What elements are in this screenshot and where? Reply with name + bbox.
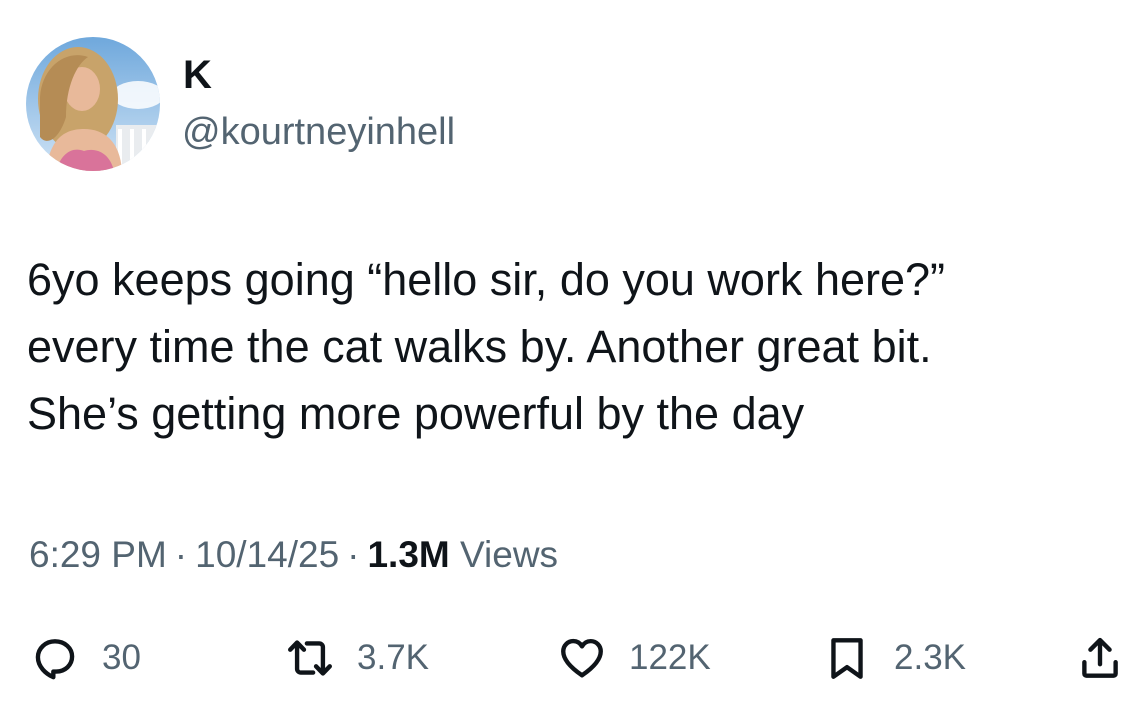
avatar[interactable] — [26, 37, 160, 171]
retweet-button[interactable]: 3.7K — [285, 626, 429, 690]
bookmark-icon — [822, 633, 872, 683]
meta-separator: · — [347, 534, 360, 575]
heart-icon — [557, 633, 607, 683]
bookmark-button[interactable]: 2.3K — [822, 626, 966, 690]
reply-button[interactable]: 30 — [30, 626, 141, 690]
tweet-meta: 6:29 PM · 10/14/25 · 1.3M Views — [29, 531, 558, 579]
reply-count: 30 — [102, 638, 141, 677]
bookmark-count: 2.3K — [894, 638, 966, 677]
like-button[interactable]: 122K — [557, 626, 711, 690]
reply-icon — [30, 633, 80, 683]
retweet-count: 3.7K — [357, 638, 429, 677]
tweet-date[interactable]: 10/14/25 — [195, 534, 339, 575]
avatar-image — [26, 37, 160, 171]
views-label: Views — [460, 534, 559, 575]
retweet-icon — [285, 633, 335, 683]
display-name[interactable]: K — [183, 52, 212, 98]
action-bar: 30 3.7K 122K 2.3K — [0, 626, 1126, 690]
meta-separator: · — [174, 534, 188, 575]
user-handle[interactable]: @kourtneyinhell — [182, 109, 455, 155]
tweet-card: K @kourtneyinhell 6yo keeps going “hello… — [0, 0, 1126, 722]
tweet-text: 6yo keeps going “hello sir, do you work … — [27, 254, 946, 439]
share-icon — [1075, 633, 1125, 683]
share-button[interactable] — [1075, 626, 1125, 690]
views-count: 1.3M — [367, 534, 450, 575]
tweet-time[interactable]: 6:29 PM — [29, 534, 167, 575]
like-count: 122K — [629, 638, 711, 677]
